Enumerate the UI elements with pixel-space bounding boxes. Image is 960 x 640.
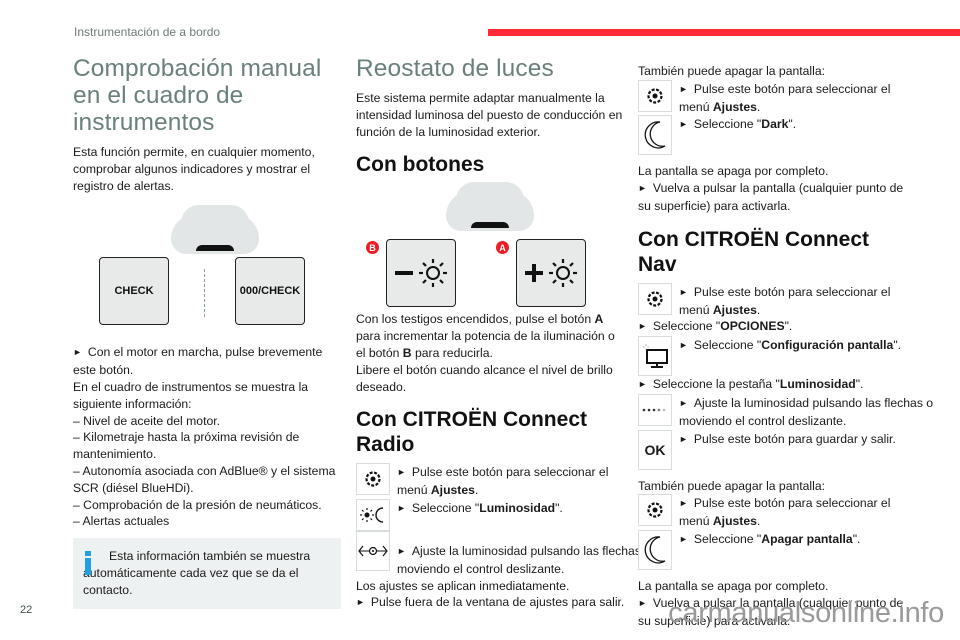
info-line: En el cuadro de instrumentos se muestra … [73, 379, 309, 411]
moon-icon [638, 529, 672, 570]
page-number: 22 [20, 604, 33, 616]
badge-a: A [496, 241, 509, 255]
list-item: – Comprobación de la presión de neumátic… [73, 497, 322, 512]
list-item: – Autonomía asociada con AdBlue® y el si… [73, 463, 336, 495]
check-button: CHECK [99, 257, 169, 326]
list-item: – Kilometraje hasta la próxima revisión … [73, 430, 300, 462]
radio-step-brightness: ► Seleccione "Luminosidad". [356, 498, 626, 531]
column-dimmer: Reostato de luces Este sistema permite a… [356, 55, 651, 612]
display-monitor-icon [638, 336, 672, 377]
column-display: También puede apagar la pantalla: ► Pulse… [638, 63, 933, 629]
nav-step-settings: ► Pulse este botón para seleccionar el me… [638, 282, 904, 319]
dimmer-buttons-figure: B A [356, 182, 626, 311]
header-accent-bar [488, 29, 960, 36]
nav-step-ok: OK ► Pulse este botón para guardar y sali… [638, 429, 904, 470]
dimmer-decrease-button [386, 239, 456, 308]
info-note: Esta información también se muestra auto… [73, 538, 341, 609]
release-text: Libere el botón cuando alcance el nivel … [356, 362, 613, 394]
info-icon [85, 551, 91, 576]
off2-step-screen-off: ► Seleccione "Apagar pantalla". [638, 529, 904, 570]
settings-gear-icon [638, 494, 672, 527]
nav-step-display-config: ► Seleccione "Configuración pantalla". [638, 336, 904, 377]
watermark: carmanualsonline.info [668, 597, 944, 629]
also-off-text-2: También puede apagar la pantalla: [638, 478, 826, 493]
off-text: La pantalla se apaga por completo. [638, 164, 829, 179]
dimmer-increase-button [516, 239, 586, 308]
heading-manual-check: Comprobación manual en el cuadro de inst… [73, 55, 322, 136]
dimmer-intro: Este sistema permite adaptar manualmente… [356, 91, 623, 139]
moon-icon [638, 115, 672, 156]
slider-arrows-icon [356, 530, 390, 571]
minus-brightness-icon [395, 259, 447, 288]
heading-dimmer: Reostato de luces [356, 55, 554, 82]
brightness-moon-icon [356, 498, 390, 531]
off-step-settings: ► Pulse este botón para seleccionar el me… [638, 79, 904, 116]
reactivate-step: ► Vuelva a pulsar la pantalla (cualquier … [638, 181, 904, 213]
divider-dashed [204, 269, 205, 318]
step-text: ► Con el motor en marcha, pulse brevement… [73, 345, 323, 378]
settings-gear-icon [638, 79, 672, 112]
list-item: – Nivel de aceite del motor. [73, 413, 221, 428]
plus-brightness-icon [525, 259, 577, 288]
nav-step-slider: ► Ajuste la luminosidad pulsando las flec… [638, 393, 933, 430]
check-button-figure: CHECK 000/CHECK [73, 194, 341, 334]
odometer-check-label: 000/CHECK [239, 285, 301, 298]
section-title: Instrumentación de a bordo [74, 25, 221, 39]
arrow-icon: ► [73, 347, 82, 358]
off-text-2: La pantalla se apaga por completo. [638, 578, 829, 593]
odometer-check-button: 000/CHECK [235, 257, 305, 326]
check-button-label: CHECK [114, 285, 154, 298]
heading-connect-radio: Con CITROËN Connect Radio [356, 408, 587, 457]
car-base-icon [196, 245, 234, 252]
column-manual-check: Comprobación manual en el cuadro de inst… [73, 55, 341, 609]
settings-gear-icon [356, 463, 390, 496]
list-item: – Alertas actuales [73, 514, 170, 529]
brightness-dots-icon [638, 393, 672, 426]
nav-step-tab: ► Seleccione la pestaña "Luminosidad". [638, 377, 864, 392]
badge-b: B [366, 241, 379, 255]
nav-step-options: ► Seleccione "OPCIONES". [638, 319, 793, 334]
radio-step-slider: ► Ajuste la luminosidad pulsando las flec… [356, 530, 651, 578]
ok-button-icon: OK [638, 429, 672, 470]
radio-step-settings: ► Pulse este botón para seleccionar el me… [356, 463, 626, 499]
radio-applied-text: Los ajustes se aplican inmediatamente. [356, 578, 570, 593]
heading-with-buttons: Con botones [356, 153, 485, 177]
off-step-dark: ► Seleccione "Dark". [638, 115, 904, 156]
settings-gear-icon [638, 282, 672, 315]
info-note-text: Esta información también se muestra auto… [83, 549, 311, 597]
intro-text: Esta función permite, en cualquier momen… [73, 145, 315, 193]
car-base-icon [471, 222, 509, 229]
also-off-text: También puede apagar la pantalla: [638, 64, 826, 78]
heading-connect-nav: Con CITROËN Connect Nav [638, 227, 869, 276]
radio-exit-step: ► Pulse fuera de la ventana de ajustes pa… [356, 595, 625, 610]
buttons-instructions: Con los testigos encendidos, pulse el bo… [356, 312, 615, 360]
off2-step-settings: ► Pulse este botón para seleccionar el me… [638, 494, 904, 530]
